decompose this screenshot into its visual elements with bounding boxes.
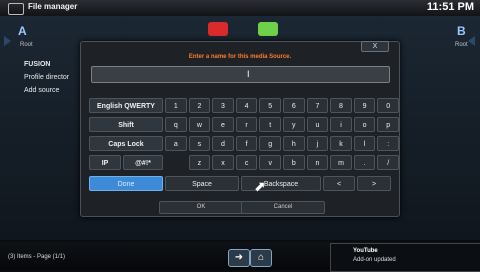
keyboard-key[interactable]: : [377, 136, 399, 151]
keyboard-key[interactable]: t [259, 117, 281, 132]
keyboard-key[interactable]: u [306, 117, 329, 132]
mouse-pointer-icon: ⬈ [254, 178, 266, 194]
keyboard-key[interactable]: v [259, 155, 281, 170]
cursor-left-key[interactable]: < [323, 176, 355, 191]
keyboard-key[interactable]: m [330, 155, 352, 170]
keyboard-key[interactable]: l [353, 136, 376, 151]
modifier-key[interactable]: @#!* [123, 155, 163, 170]
source-name-input[interactable]: I [91, 66, 390, 83]
cancel-button[interactable]: Cancel [241, 201, 325, 214]
keyboard-key[interactable]: 9 [353, 98, 376, 113]
keyboard-key[interactable]: q [165, 117, 187, 132]
items-count: (3) Items - Page (1/1) [8, 254, 66, 260]
keyboard-key[interactable]: x [212, 155, 234, 170]
keyboard-key[interactable]: 0 [377, 98, 399, 113]
keyboard-key[interactable]: 5 [259, 98, 281, 113]
dialog-title: Enter a name for this media Source. [188, 54, 292, 60]
modifier-key[interactable]: English QWERTY [89, 98, 163, 113]
keyboard-key[interactable]: b [283, 155, 305, 170]
keyboard-key[interactable]: 4 [235, 98, 258, 113]
right-chevron-icon [468, 36, 475, 46]
keyboard-key[interactable]: w [188, 117, 211, 132]
left-pane-root[interactable]: Root [20, 42, 33, 48]
cursor-right-key[interactable]: > [357, 176, 391, 191]
list-item[interactable]: Add source [24, 84, 69, 97]
back-arrow-icon[interactable]: ➜ [228, 249, 250, 267]
app-title: File manager [28, 2, 78, 11]
backspace-key[interactable]: Backspace [241, 176, 321, 191]
keyboard-key[interactable]: d [212, 136, 234, 151]
keyboard-key[interactable]: g [259, 136, 281, 151]
keyboard-key[interactable]: 2 [188, 98, 211, 113]
red-toggle-icon[interactable] [208, 22, 228, 36]
keyboard-key[interactable]: s [188, 136, 211, 151]
keyboard-key[interactable]: p [377, 117, 399, 132]
keyboard-key[interactable]: j [306, 136, 329, 151]
list-item[interactable]: Profile director [24, 71, 69, 84]
green-toggle-icon[interactable] [258, 22, 278, 36]
notification-title: YouTube [353, 248, 378, 254]
keyboard-key[interactable]: h [283, 136, 305, 151]
modifier-key[interactable]: Caps Lock [89, 136, 163, 151]
keyboard-key[interactable]: i [330, 117, 352, 132]
done-key[interactable]: Done [89, 176, 163, 191]
keyboard-key[interactable]: 1 [165, 98, 187, 113]
keyboard-key[interactable]: o [353, 117, 376, 132]
clock: 11:51 PM [426, 1, 474, 13]
modifier-key[interactable]: IP [89, 155, 121, 170]
keyboard-key[interactable]: f [235, 136, 258, 151]
left-source-list: FUSION Profile director Add source [24, 58, 69, 97]
left-pane-letter: A [18, 24, 27, 38]
keyboard-key[interactable]: r [235, 117, 258, 132]
keyboard-key[interactable]: z [188, 155, 211, 170]
keyboard-key[interactable]: c [235, 155, 258, 170]
modifier-key[interactable]: Shift [89, 117, 163, 132]
keyboard-key[interactable]: a [165, 136, 187, 151]
keyboard-key[interactable]: . [353, 155, 376, 170]
notification-toast: YouTube Add-on updated [330, 243, 480, 272]
keyboard-key[interactable]: y [283, 117, 305, 132]
file-manager-icon [8, 3, 24, 15]
left-chevron-icon [4, 36, 11, 46]
ok-button[interactable]: OK [159, 201, 243, 214]
right-pane-root[interactable]: Root [455, 42, 468, 48]
notification-message: Add-on updated [353, 257, 396, 263]
list-item[interactable]: FUSION [24, 58, 69, 71]
keyboard-key[interactable]: k [330, 136, 352, 151]
text-cursor: I [247, 69, 250, 79]
home-icon[interactable]: ⌂ [250, 249, 272, 267]
close-button[interactable]: X [361, 41, 389, 52]
keyboard-key[interactable]: / [377, 155, 399, 170]
keyboard-key[interactable]: 7 [306, 98, 329, 113]
keyboard-key[interactable]: 6 [283, 98, 305, 113]
keyboard-key[interactable]: n [306, 155, 329, 170]
keyboard-dialog: X Enter a name for this media Source. I … [80, 41, 400, 217]
top-bar: File manager 11:51 PM [0, 0, 480, 17]
keyboard-key[interactable]: e [212, 117, 234, 132]
right-pane-letter: B [457, 24, 466, 38]
keyboard-key[interactable]: 8 [330, 98, 352, 113]
space-key[interactable]: Space [165, 176, 239, 191]
keyboard-key[interactable]: 3 [212, 98, 234, 113]
